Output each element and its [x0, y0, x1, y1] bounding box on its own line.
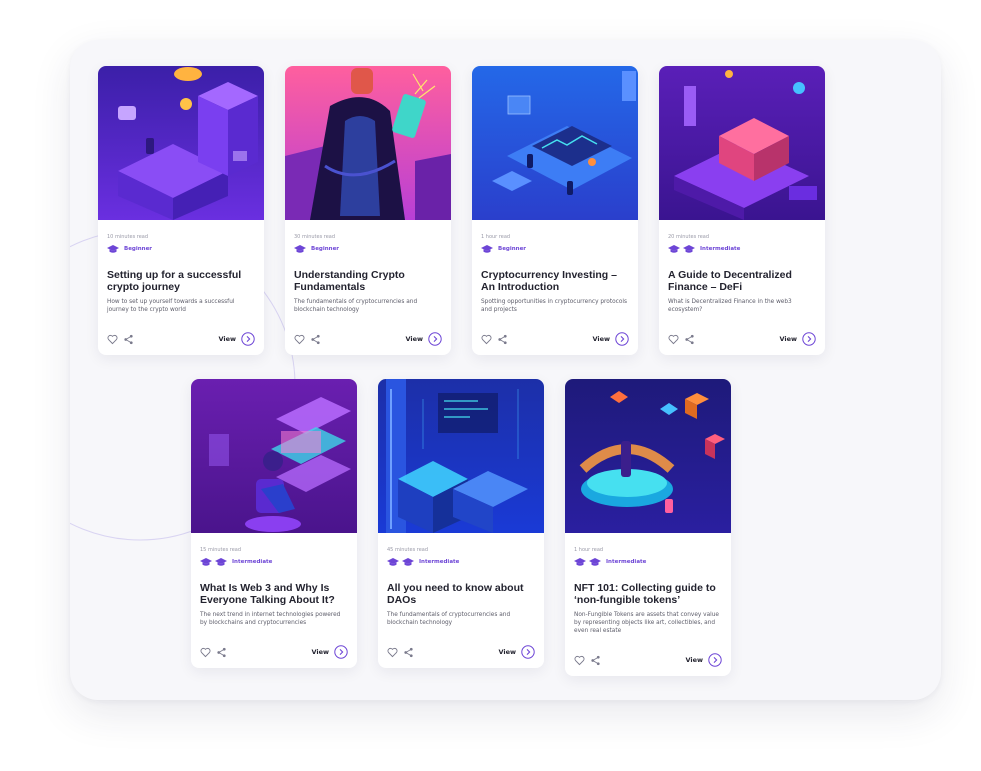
- share-icon[interactable]: [403, 647, 414, 658]
- read-time: 45 minutes read: [387, 547, 429, 553]
- card-actions: View: [200, 644, 348, 660]
- heart-icon[interactable]: [668, 334, 679, 345]
- course-title[interactable]: Cryptocurrency Investing – An Introducti…: [481, 269, 630, 293]
- course-description: How to set up yourself towards a success…: [107, 299, 235, 313]
- course-thumbnail[interactable]: [472, 66, 638, 220]
- course-title[interactable]: Setting up for a successful crypto journ…: [107, 269, 256, 293]
- graduation-cap-icon: [574, 557, 586, 566]
- arrow-right-circle-icon[interactable]: [802, 332, 816, 346]
- heart-icon[interactable]: [294, 334, 305, 345]
- card-actions: View: [481, 331, 629, 347]
- view-link[interactable]: View: [311, 648, 329, 656]
- course-card[interactable]: 1 hour read Intermediate NFT 101: Collec…: [565, 379, 731, 676]
- course-grid-frame: 10 minutes read Beginner Setting up for …: [70, 40, 941, 700]
- course-card[interactable]: 1 hour read Beginner Cryptocurrency Inve…: [472, 66, 638, 355]
- arrow-right-circle-icon[interactable]: [241, 332, 255, 346]
- view-link[interactable]: View: [592, 335, 610, 343]
- level-badge: Intermediate: [200, 556, 357, 567]
- course-title[interactable]: NFT 101: Collecting guide to ‘non-fungib…: [574, 582, 723, 606]
- level-badge: Intermediate: [574, 556, 731, 567]
- course-description: The next trend in internet technologies …: [200, 612, 341, 626]
- graduation-cap-icon: [402, 557, 414, 566]
- read-time: 30 minutes read: [294, 234, 336, 240]
- graduation-cap-icon: [481, 244, 493, 253]
- card-actions: View: [387, 644, 535, 660]
- card-actions: View: [668, 331, 816, 347]
- heart-icon[interactable]: [481, 334, 492, 345]
- course-description: The fundamentals of cryptocurrencies and…: [294, 299, 418, 313]
- view-link[interactable]: View: [779, 335, 797, 343]
- view-link[interactable]: View: [218, 335, 236, 343]
- graduation-cap-icon: [387, 557, 399, 566]
- course-thumbnail[interactable]: [285, 66, 451, 220]
- arrow-right-circle-icon[interactable]: [334, 645, 348, 659]
- level-label: Beginner: [311, 245, 340, 252]
- level-label: Intermediate: [700, 245, 741, 252]
- level-badge: Beginner: [481, 243, 638, 254]
- arrow-right-circle-icon[interactable]: [708, 653, 722, 667]
- course-description: What is Decentralized Finance in the web…: [668, 299, 792, 313]
- level-badge: Beginner: [107, 243, 264, 254]
- course-title[interactable]: Understanding Crypto Fundamentals: [294, 269, 443, 293]
- level-badge: Intermediate: [668, 243, 825, 254]
- card-actions: View: [294, 331, 442, 347]
- course-card[interactable]: 30 minutes read Beginner Understanding C…: [285, 66, 451, 355]
- course-card[interactable]: 15 minutes read Intermediate What Is Web…: [191, 379, 357, 668]
- view-link[interactable]: View: [405, 335, 423, 343]
- graduation-cap-icon: [589, 557, 601, 566]
- card-actions: View: [574, 652, 722, 668]
- heart-icon[interactable]: [387, 647, 398, 658]
- course-card[interactable]: 10 minutes read Beginner Setting up for …: [98, 66, 264, 355]
- share-icon[interactable]: [497, 334, 508, 345]
- read-time: 15 minutes read: [200, 547, 242, 553]
- graduation-cap-icon: [683, 244, 695, 253]
- share-icon[interactable]: [123, 334, 134, 345]
- level-label: Intermediate: [419, 558, 460, 565]
- read-time: 1 hour read: [481, 234, 511, 240]
- course-thumbnail[interactable]: [659, 66, 825, 220]
- share-icon[interactable]: [216, 647, 227, 658]
- course-thumbnail[interactable]: [191, 379, 357, 533]
- course-title[interactable]: A Guide to Decentralized Finance – DeFi: [668, 269, 817, 293]
- arrow-right-circle-icon[interactable]: [428, 332, 442, 346]
- heart-icon[interactable]: [574, 655, 585, 666]
- course-card[interactable]: 45 minutes read Intermediate All you nee…: [378, 379, 544, 668]
- heart-icon[interactable]: [107, 334, 118, 345]
- share-icon[interactable]: [310, 334, 321, 345]
- graduation-cap-icon: [107, 244, 119, 253]
- course-title[interactable]: What Is Web 3 and Why Is Everyone Talkin…: [200, 582, 349, 606]
- arrow-right-circle-icon[interactable]: [521, 645, 535, 659]
- graduation-cap-icon: [215, 557, 227, 566]
- level-label: Intermediate: [606, 558, 647, 565]
- course-description: Non-Fungible Tokens are assets that conv…: [574, 612, 719, 634]
- course-description: The fundamentals of cryptocurrencies and…: [387, 612, 511, 626]
- share-icon[interactable]: [590, 655, 601, 666]
- course-thumbnail[interactable]: [98, 66, 264, 220]
- arrow-right-circle-icon[interactable]: [615, 332, 629, 346]
- read-time: 10 minutes read: [107, 234, 149, 240]
- graduation-cap-icon: [200, 557, 212, 566]
- course-description: Spotting opportunities in cryptocurrency…: [481, 299, 628, 313]
- heart-icon[interactable]: [200, 647, 211, 658]
- view-link[interactable]: View: [498, 648, 516, 656]
- level-label: Beginner: [124, 245, 153, 252]
- level-label: Beginner: [498, 245, 527, 252]
- read-time: 20 minutes read: [668, 234, 710, 240]
- view-link[interactable]: View: [685, 656, 703, 664]
- card-actions: View: [107, 331, 255, 347]
- share-icon[interactable]: [684, 334, 695, 345]
- graduation-cap-icon: [294, 244, 306, 253]
- level-label: Intermediate: [232, 558, 273, 565]
- course-thumbnail[interactable]: [378, 379, 544, 533]
- level-badge: Intermediate: [387, 556, 544, 567]
- level-badge: Beginner: [294, 243, 451, 254]
- course-title[interactable]: All you need to know about DAOs: [387, 582, 536, 606]
- read-time: 1 hour read: [574, 547, 604, 553]
- course-card[interactable]: 20 minutes read Intermediate A Guide to …: [659, 66, 825, 355]
- course-thumbnail[interactable]: [565, 379, 731, 533]
- graduation-cap-icon: [668, 244, 680, 253]
